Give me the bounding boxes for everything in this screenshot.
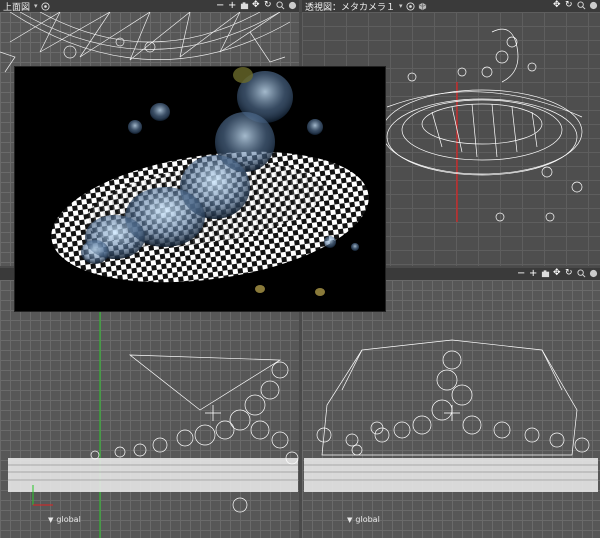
zoom-out-icon[interactable]: − <box>216 1 225 11</box>
render-preview-window[interactable] <box>14 66 386 312</box>
wireframe-bowl-side <box>304 339 598 492</box>
move-icon[interactable]: ✥ <box>553 269 562 278</box>
viewport-title: 上面図 <box>3 2 31 13</box>
coordinate-system-selector[interactable]: ▼ global <box>48 515 81 524</box>
dropdown-icon[interactable]: ▾ <box>399 2 403 10</box>
dropdown-icon: ▼ <box>347 515 353 524</box>
zoom-view-icon[interactable] <box>276 1 285 10</box>
move-icon[interactable]: ✥ <box>252 1 261 10</box>
global-label: global <box>56 515 81 524</box>
camera-target-icon[interactable] <box>405 1 415 11</box>
rotate-icon[interactable]: ↻ <box>565 1 574 10</box>
rotate-icon[interactable]: ↻ <box>264 1 273 10</box>
cube-icon[interactable] <box>418 2 427 11</box>
global-label: global <box>355 515 380 524</box>
zoom-in-icon[interactable]: + <box>228 1 237 11</box>
zoom-out-icon[interactable]: − <box>517 269 526 279</box>
coordinate-system-selector[interactable]: ▼ global <box>347 515 380 524</box>
pivot-cross <box>205 405 221 421</box>
camera-target-icon[interactable] <box>40 1 50 11</box>
zoom-in-icon[interactable]: + <box>529 269 538 279</box>
viewport-title: 透視図：メタカメラ１ <box>305 2 396 13</box>
dropdown-icon[interactable]: ▾ <box>34 2 38 10</box>
move-icon[interactable]: ✥ <box>553 1 562 10</box>
wireframe-bowl-front <box>8 280 299 538</box>
viewport-menu-icon[interactable] <box>288 1 297 10</box>
viewport-menu-icon[interactable] <box>589 269 598 278</box>
camera-icon[interactable] <box>240 1 249 10</box>
zoom-view-icon[interactable] <box>577 269 586 278</box>
rotate-icon[interactable]: ↻ <box>565 269 574 278</box>
render-image <box>15 67 385 311</box>
zoom-view-icon[interactable] <box>577 1 586 10</box>
dropdown-icon: ▼ <box>48 515 54 524</box>
viewport-menu-icon[interactable] <box>589 1 598 10</box>
camera-icon[interactable] <box>541 269 550 278</box>
